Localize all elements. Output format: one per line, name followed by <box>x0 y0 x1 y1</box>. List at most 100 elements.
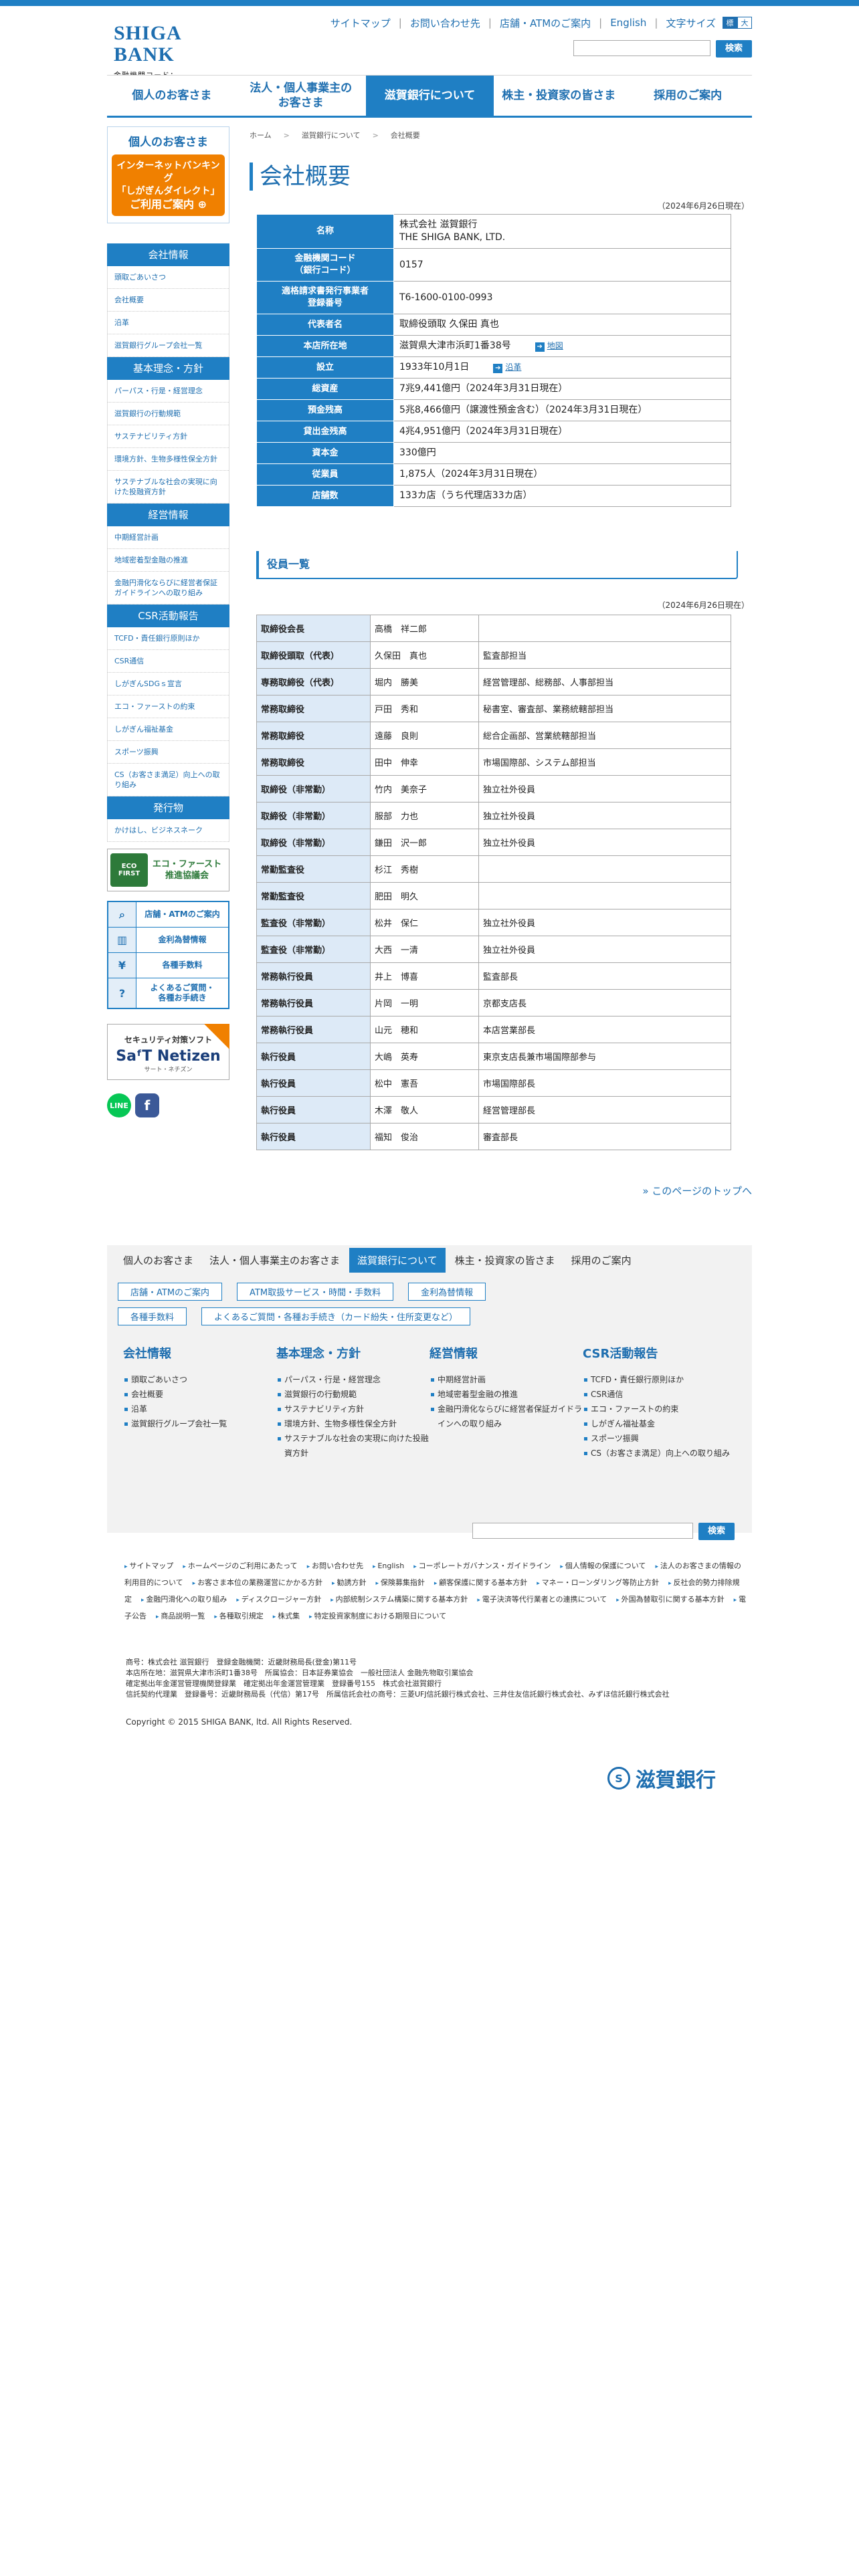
footer-link[interactable]: TCFD・責任銀行原則ほか <box>583 1372 736 1387</box>
footer-column-title[interactable]: 基本理念・方針 <box>276 1344 430 1362</box>
contact-link[interactable]: お問い合わせ先 <box>410 16 480 30</box>
footer-link[interactable]: パーパス・行是・経営理念 <box>276 1372 430 1387</box>
footer-policy-link[interactable]: 株式集 <box>273 1612 300 1620</box>
footer-btn-fees[interactable]: 各種手数料 <box>118 1307 187 1325</box>
sitemap-link[interactable]: サイトマップ <box>330 16 391 30</box>
footer-policy-link[interactable]: お客さま本位の業務運営にかかる方針 <box>193 1578 322 1587</box>
footer-search-button[interactable]: 検索 <box>698 1523 735 1540</box>
footer-link[interactable]: スポーツ振興 <box>583 1431 736 1446</box>
font-size-standard-button[interactable]: 標準 <box>723 17 737 39</box>
footer-link[interactable]: サステナビリティ方針 <box>276 1402 430 1416</box>
breadcrumb-about[interactable]: 滋賀銀行について <box>302 130 361 140</box>
security-software-banner[interactable]: セキュリティ対策ソフト SaᶠT Netizen サート・ネチズン <box>107 1024 229 1080</box>
sidebar-link[interactable]: パーパス・行是・経営理念 <box>108 380 229 403</box>
facebook-icon[interactable]: f <box>135 1093 159 1117</box>
quick-fees[interactable]: ¥ 各種手数料 <box>108 953 228 978</box>
sidebar-link[interactable]: しがぎん福祉基金 <box>108 718 229 741</box>
sidebar-link[interactable]: 沿革 <box>108 312 229 334</box>
footer-policy-link[interactable]: 各種取引規定 <box>214 1612 263 1620</box>
footer-bank-logo[interactable]: S 滋賀銀行 <box>607 1763 716 1793</box>
search-input[interactable] <box>573 40 710 56</box>
footer-link[interactable]: 滋賀銀行グループ会社一覧 <box>123 1416 276 1431</box>
line-icon[interactable]: LINE <box>107 1093 131 1117</box>
sidebar-link[interactable]: CS（お客さま満足）向上への取り組み <box>108 764 229 796</box>
bank-logo[interactable]: SHIGA BANK 金融機関コード：0157 <box>114 23 187 90</box>
sidebar-link[interactable]: TCFD・責任銀行原則ほか <box>108 627 229 650</box>
footer-nav-corporate[interactable]: 法人・個人事業主のお客さま <box>201 1248 348 1273</box>
footer-link[interactable]: 頭取ごあいさつ <box>123 1372 276 1387</box>
font-size-large-button[interactable]: 大 <box>737 17 752 29</box>
gnav-corporate[interactable]: 法人・個人事業主の お客さま <box>235 76 365 116</box>
sidebar-link[interactable]: 金融円滑化ならびに経営者保証ガイドラインへの取り組み <box>108 572 229 605</box>
footer-link[interactable]: CSR通信 <box>583 1387 736 1402</box>
eco-first-banner[interactable]: ECO FIRST エコ・ファースト 推進協議会 <box>107 849 229 891</box>
footer-link[interactable]: 環境方針、生物多様性保全方針 <box>276 1416 430 1431</box>
footer-link[interactable]: 沿革 <box>123 1402 276 1416</box>
sidebar-link[interactable]: 頭取ごあいさつ <box>108 266 229 289</box>
gnav-personal[interactable]: 個人のお客さま <box>107 76 236 116</box>
footer-nav-recruit[interactable]: 採用のご案内 <box>563 1248 640 1273</box>
footer-btn-faq[interactable]: よくあるご質問・各種お手続き（カード紛失・住所変更など） <box>201 1307 471 1325</box>
footer-nav-personal[interactable]: 個人のお客さま <box>115 1248 201 1273</box>
footer-policy-link[interactable]: English <box>373 1562 404 1570</box>
footer-btn-branch[interactable]: 店舗・ATMのご案内 <box>118 1283 223 1301</box>
gnav-recruit[interactable]: 採用のご案内 <box>623 76 752 116</box>
footer-link[interactable]: 地域密着型金融の推進 <box>430 1387 583 1402</box>
search-button[interactable]: 検索 <box>716 40 752 58</box>
sidebar-link[interactable]: 会社概要 <box>108 289 229 312</box>
footer-link[interactable]: 金融円滑化ならびに経営者保証ガイドラインへの取り組み <box>430 1402 583 1431</box>
sidebar-link[interactable]: エコ・ファーストの約束 <box>108 695 229 718</box>
quick-rates[interactable]: ▥ 金利為替情報 <box>108 928 228 953</box>
sidebar-link[interactable]: サステナブルな社会の実現に向けた投融資方針 <box>108 471 229 504</box>
footer-policy-link[interactable]: 金融円滑化への取り組み <box>141 1595 227 1604</box>
footer-link[interactable]: 会社概要 <box>123 1387 276 1402</box>
overview-link[interactable]: ➔ 沿革 <box>493 362 521 373</box>
footer-link[interactable]: 中期経営計画 <box>430 1372 583 1387</box>
footer-policy-link[interactable]: 個人情報の保護について <box>560 1562 646 1570</box>
footer-nav-investors[interactable]: 株主・投資家の皆さま <box>447 1248 563 1273</box>
footer-link[interactable]: CS（お客さま満足）向上への取り組み <box>583 1446 736 1461</box>
gnav-investors[interactable]: 株主・投資家の皆さま <box>494 76 624 116</box>
sidebar-link[interactable]: 滋賀銀行グループ会社一覧 <box>108 334 229 357</box>
overview-link[interactable]: ➔ 地図 <box>535 341 563 352</box>
gnav-about[interactable]: 滋賀銀行について <box>365 76 494 116</box>
sidebar-link[interactable]: サステナビリティ方針 <box>108 425 229 448</box>
footer-policy-link[interactable]: 商品説明一覧 <box>156 1612 205 1620</box>
footer-policy-link[interactable]: お問い合わせ先 <box>307 1562 363 1570</box>
footer-policy-link[interactable]: ディスクロージャー方針 <box>236 1595 321 1604</box>
footer-policy-link[interactable]: ホームページのご利用にあたって <box>183 1562 297 1570</box>
footer-column-title[interactable]: 会社情報 <box>123 1344 276 1362</box>
sidebar-link[interactable]: 滋賀銀行の行動規範 <box>108 403 229 425</box>
footer-btn-rates[interactable]: 金利為替情報 <box>408 1283 486 1301</box>
footer-policy-link[interactable]: 外国為替取引に関する基本方針 <box>616 1595 724 1604</box>
sidebar-link[interactable]: しがぎんSDGｓ宣言 <box>108 673 229 695</box>
footer-link[interactable]: しがぎん福祉基金 <box>583 1416 736 1431</box>
footer-policy-link[interactable]: 保険募集指針 <box>375 1578 424 1587</box>
footer-policy-link[interactable]: サイトマップ <box>124 1562 173 1570</box>
footer-policy-link[interactable]: 内部統制システム構築に関する基本方針 <box>330 1595 468 1604</box>
quick-faq[interactable]: ? よくあるご質問・ 各種お手続き <box>108 978 228 1008</box>
branch-atm-link[interactable]: 店舗・ATMのご案内 <box>500 16 591 30</box>
footer-column-title[interactable]: 経営情報 <box>430 1344 583 1362</box>
footer-search-input[interactable] <box>472 1523 693 1539</box>
page-top-link[interactable]: » このページのトップへ <box>250 1184 752 1198</box>
footer-policy-link[interactable]: コーポレートガバナンス・ガイドライン <box>413 1562 551 1570</box>
sidebar-link[interactable]: 地域密着型金融の推進 <box>108 549 229 572</box>
sidebar-link[interactable]: 環境方針、生物多様性保全方針 <box>108 448 229 471</box>
footer-policy-link[interactable]: マネー・ローンダリング等防止方針 <box>537 1578 659 1587</box>
footer-nav-about[interactable]: 滋賀銀行について <box>349 1247 446 1273</box>
footer-btn-atm[interactable]: ATM取扱サービス・時間・手数料 <box>237 1283 394 1301</box>
internet-banking-button[interactable]: インターネットバンキング 「しがぎんダイレクト」 ご利用ご案内 ⊕ <box>112 154 225 216</box>
sidebar-link[interactable]: スポーツ振興 <box>108 741 229 764</box>
quick-branch-atm[interactable]: ⌕ 店舗・ATMのご案内 <box>108 902 228 928</box>
footer-column-title[interactable]: CSR活動報告 <box>583 1344 736 1362</box>
footer-link[interactable]: 滋賀銀行の行動規範 <box>276 1387 430 1402</box>
footer-policy-link[interactable]: 特定投資家制度における期限日について <box>309 1612 446 1620</box>
footer-link[interactable]: エコ・ファーストの約束 <box>583 1402 736 1416</box>
english-link[interactable]: English <box>610 17 646 29</box>
sidebar-link[interactable]: 中期経営計画 <box>108 526 229 549</box>
sidebar-link[interactable]: かけはし、ビジネスネーク <box>108 819 229 842</box>
footer-policy-link[interactable]: 顧客保護に関する基本方針 <box>434 1578 527 1587</box>
footer-policy-link[interactable]: 勧誘方針 <box>332 1578 366 1587</box>
footer-policy-link[interactable]: 電子決済等代行業者との連携について <box>477 1595 607 1604</box>
